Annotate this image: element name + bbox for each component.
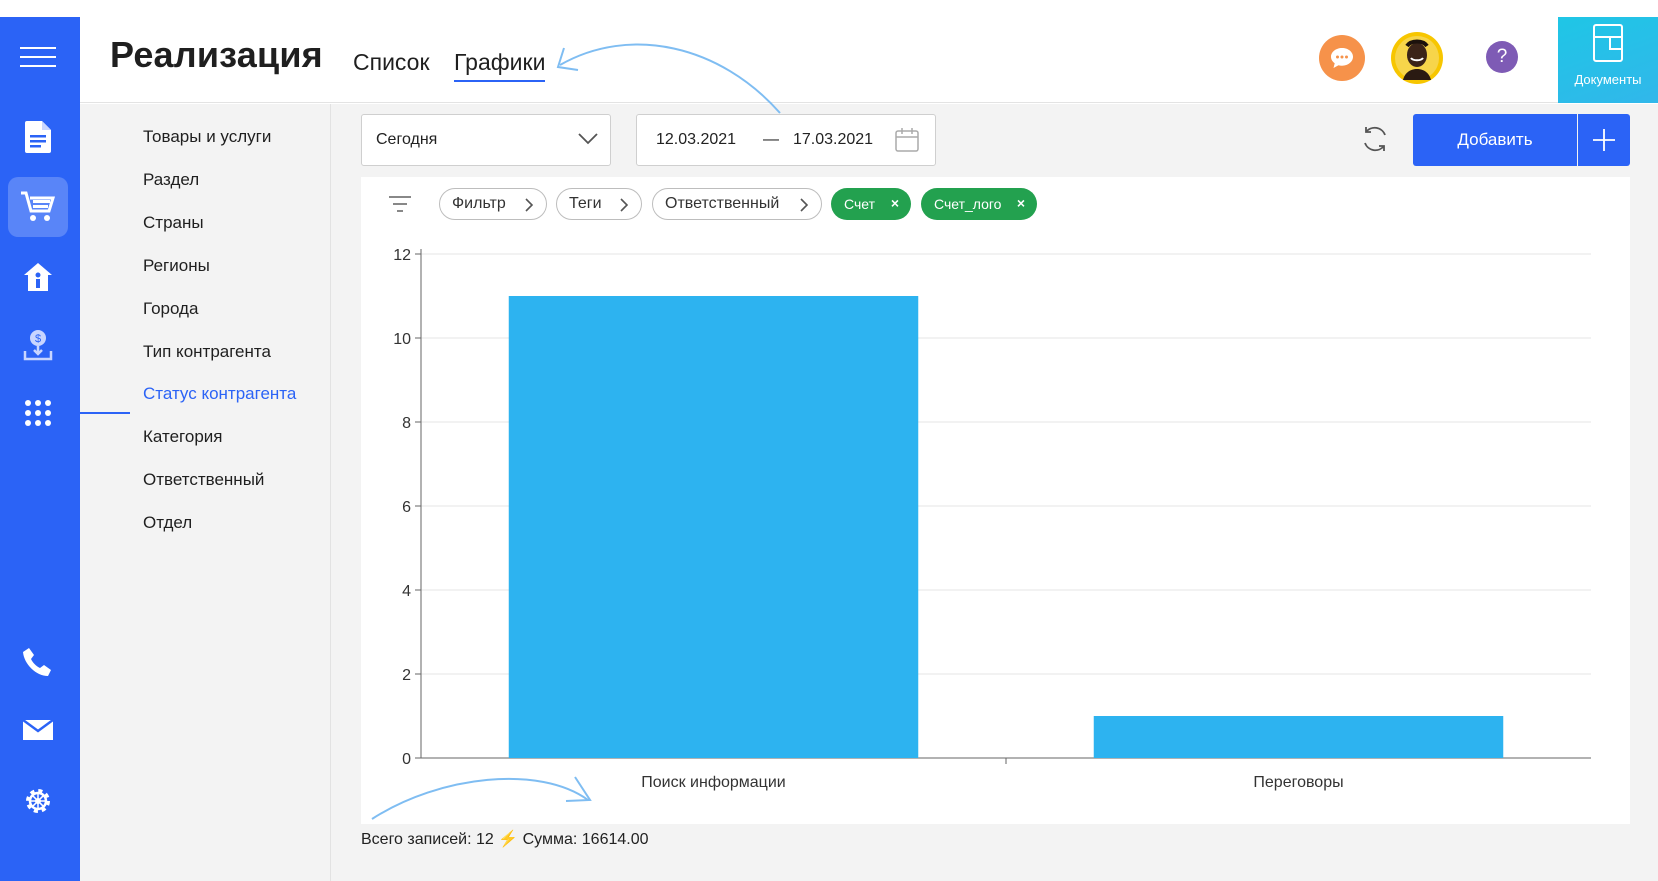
- chart-grouping-sidebar: Товары и услуги Раздел Страны Регионы Го…: [80, 104, 331, 881]
- bolt-icon: ⚡: [498, 831, 519, 848]
- main-content: Сегодня 12.03.2021 — 17.03.2021 Добавить…: [331, 104, 1658, 881]
- main-nav-rail: $: [0, 17, 80, 881]
- totals-bar: Всего записей: 12 ⚡ Сумма: 16614.00: [361, 829, 649, 849]
- apps-grid-icon: [25, 400, 51, 426]
- page-header: Реализация Список Графики ? Документы: [80, 0, 1658, 103]
- subnav-item-category[interactable]: Категория: [143, 427, 222, 447]
- calendar-icon[interactable]: [895, 128, 919, 152]
- records-value: 12: [475, 831, 494, 848]
- subnav-item-goods[interactable]: Товары и услуги: [143, 127, 271, 147]
- subnav-item-counterparty-type[interactable]: Тип контрагента: [143, 342, 271, 362]
- avatar: [1395, 36, 1439, 80]
- rail-item-sales[interactable]: [8, 177, 68, 237]
- date-range-picker[interactable]: 12.03.2021 — 17.03.2021: [636, 114, 936, 166]
- chat-bubble-icon: [1331, 48, 1353, 68]
- help-icon: ?: [1496, 46, 1508, 67]
- svg-text:$: $: [35, 333, 41, 345]
- subnav-item-counterparty-status[interactable]: Статус контрагента: [143, 384, 296, 404]
- period-select-value: Сегодня: [376, 131, 438, 148]
- sum-label: Сумма:: [522, 831, 578, 848]
- documents-label: Документы: [1574, 72, 1642, 87]
- subnav-item-cities[interactable]: Города: [143, 299, 198, 319]
- app-window: $ Реализация Список Графики ? Документы …: [0, 0, 1658, 881]
- house-info-icon: [24, 263, 52, 291]
- subnav-item-department[interactable]: Отдел: [143, 513, 192, 533]
- chart-card: Фильтр Теги Ответственный Счет × Счет_ло…: [361, 177, 1630, 824]
- sum-value: 16614.00: [581, 831, 649, 848]
- add-button[interactable]: Добавить: [1413, 114, 1577, 166]
- tab-charts[interactable]: Графики: [454, 49, 546, 82]
- rail-item-company[interactable]: [8, 247, 68, 307]
- records-label: Всего записей:: [361, 831, 472, 848]
- rail-item-mail[interactable]: [8, 700, 68, 760]
- documents-button[interactable]: Документы: [1558, 17, 1658, 103]
- date-separator: —: [763, 131, 779, 148]
- rail-item-settings[interactable]: [8, 771, 68, 831]
- document-icon: [25, 121, 51, 153]
- subnav-item-section[interactable]: Раздел: [143, 170, 199, 190]
- tab-list[interactable]: Список: [353, 49, 430, 76]
- rail-item-finance[interactable]: $: [8, 315, 68, 375]
- cart-icon: [21, 191, 55, 221]
- y-tick-label: 8: [402, 415, 411, 432]
- hamburger-icon: [20, 47, 56, 67]
- refresh-icon[interactable]: [1360, 124, 1390, 154]
- chat-button[interactable]: [1319, 35, 1365, 81]
- plus-icon: [1593, 129, 1615, 151]
- y-tick-label: 2: [402, 667, 411, 684]
- bar: [1093, 716, 1504, 758]
- active-item-indicator: [80, 412, 130, 414]
- gear-icon: [26, 789, 50, 813]
- y-tick-label: 10: [393, 331, 411, 348]
- phone-icon: [23, 648, 51, 676]
- y-tick-label: 6: [402, 499, 411, 516]
- add-menu-button[interactable]: [1578, 114, 1630, 166]
- subnav-item-regions[interactable]: Регионы: [143, 256, 210, 276]
- chevron-down-icon: [578, 133, 598, 145]
- y-tick-label: 0: [402, 751, 411, 768]
- mail-icon: [23, 720, 53, 740]
- date-from[interactable]: 12.03.2021: [656, 131, 736, 149]
- document-panel-icon: [1593, 24, 1623, 62]
- rail-item-apps[interactable]: [8, 383, 68, 443]
- date-to[interactable]: 17.03.2021: [793, 131, 873, 149]
- subnav-item-countries[interactable]: Страны: [143, 213, 204, 233]
- rail-item-documents[interactable]: [8, 107, 68, 167]
- x-tick-label: Переговоры: [1253, 774, 1343, 791]
- help-button[interactable]: ?: [1486, 41, 1518, 73]
- y-tick-label: 12: [393, 247, 411, 264]
- menu-button[interactable]: [8, 27, 68, 87]
- subnav-item-responsible[interactable]: Ответственный: [143, 470, 264, 490]
- bar: [508, 296, 919, 758]
- rail-item-phone[interactable]: [8, 632, 68, 692]
- dollar-download-icon: $: [23, 330, 53, 361]
- x-tick-label: Поиск информации: [641, 774, 785, 791]
- period-select[interactable]: Сегодня: [361, 114, 611, 166]
- page-title: Реализация: [110, 34, 323, 75]
- bar-chart: 0 2 4 6 8 10 12 Поиск информации Переговоры: [393, 247, 1591, 791]
- y-tick-label: 4: [402, 583, 411, 600]
- user-avatar[interactable]: [1391, 32, 1443, 84]
